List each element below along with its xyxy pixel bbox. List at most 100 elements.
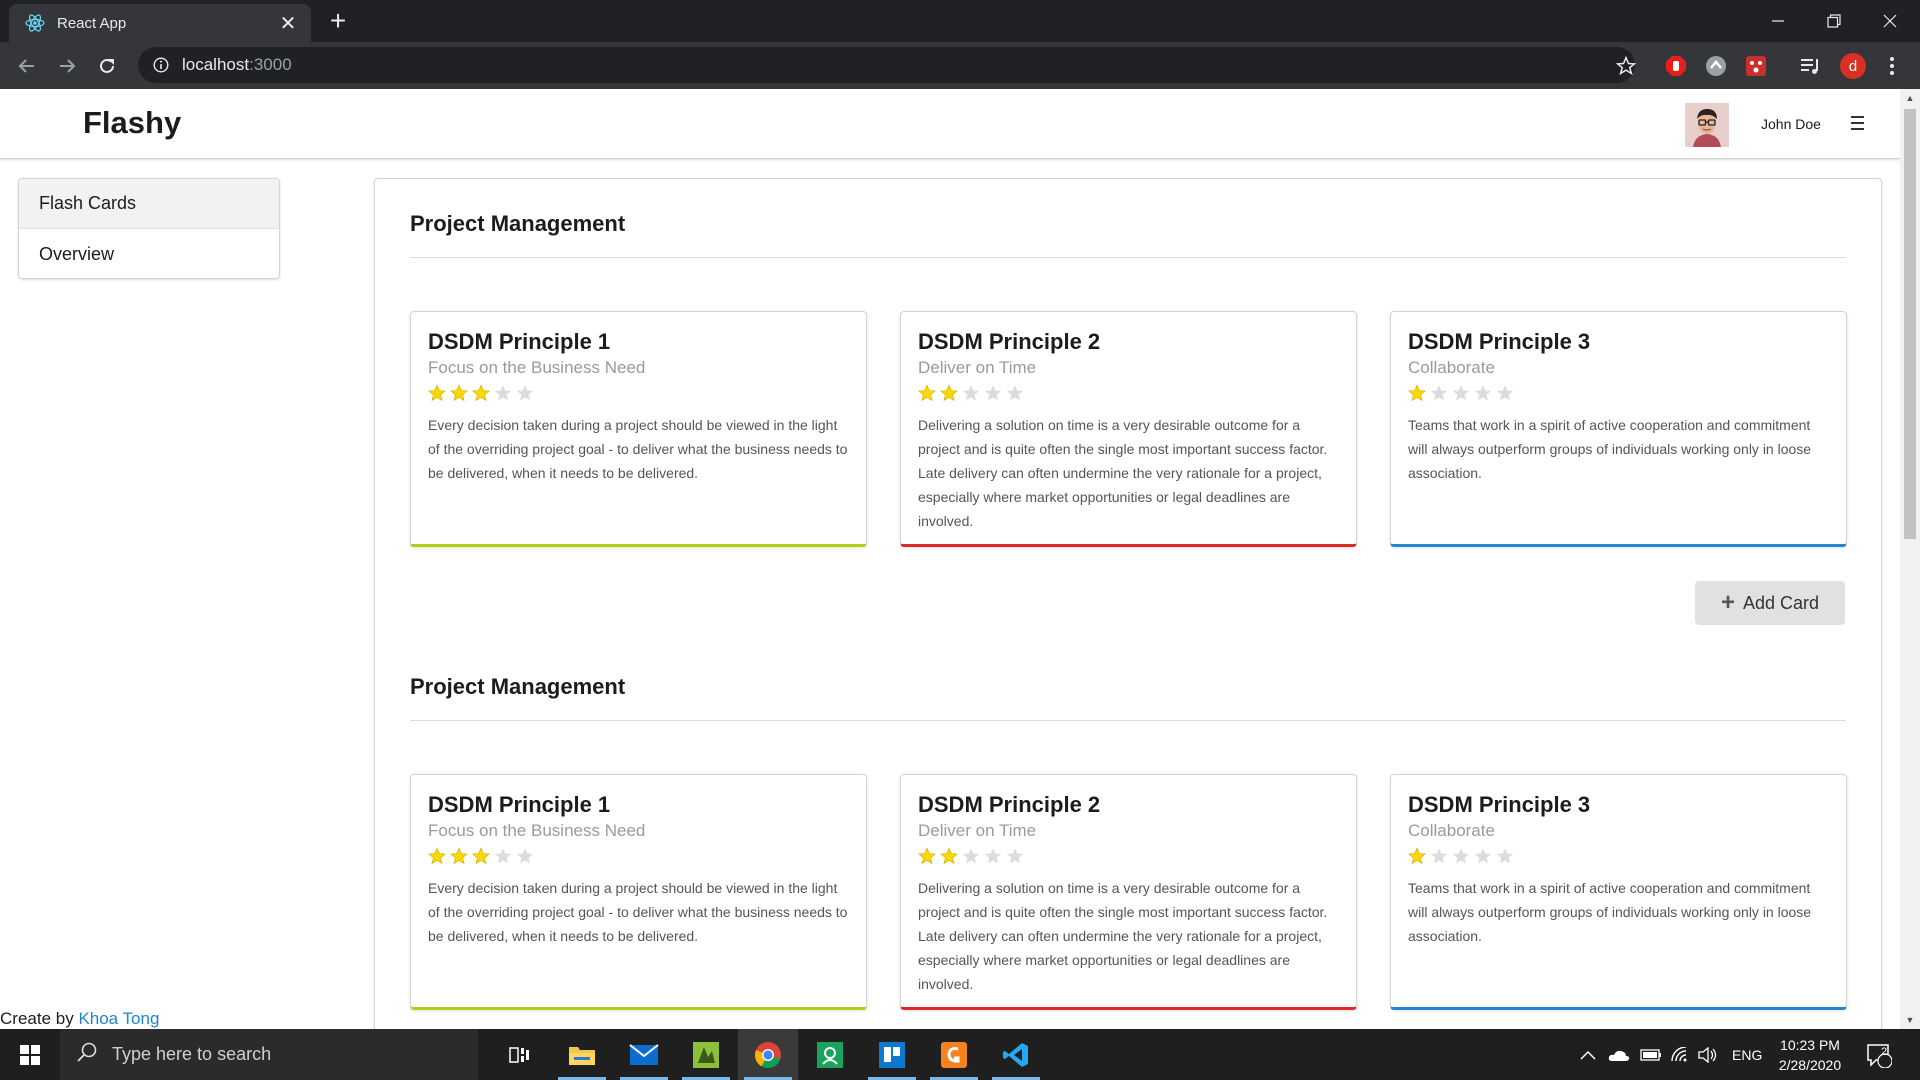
star-rating[interactable]: [918, 846, 1339, 866]
wifi-icon[interactable]: [1670, 1029, 1690, 1080]
close-window-icon[interactable]: [1862, 0, 1918, 42]
star-empty-icon[interactable]: [1006, 847, 1024, 865]
back-icon[interactable]: [11, 50, 43, 82]
taskbar-search-box[interactable]: Type here to search: [60, 1029, 478, 1080]
star-filled-icon[interactable]: [450, 847, 468, 865]
star-filled-icon[interactable]: [428, 847, 446, 865]
restore-icon[interactable]: [1806, 0, 1862, 42]
sublime-icon[interactable]: [924, 1029, 984, 1080]
star-empty-icon[interactable]: [984, 384, 1002, 402]
close-tab-icon[interactable]: ✕: [277, 11, 299, 36]
hamburger-menu-icon[interactable]: [1848, 111, 1868, 135]
bookmark-star-icon[interactable]: [1611, 51, 1641, 81]
flash-card[interactable]: DSDM Principle 1 Focus on the Business N…: [410, 774, 867, 1010]
flash-card[interactable]: DSDM Principle 3 Collaborate Teams that …: [1390, 311, 1847, 547]
chrome-icon[interactable]: [738, 1029, 798, 1080]
sidebar-item-overview[interactable]: Overview: [19, 229, 279, 278]
star-filled-icon[interactable]: [472, 384, 490, 402]
author-link[interactable]: Khoa Tong: [78, 1009, 159, 1028]
star-rating[interactable]: [428, 383, 849, 403]
adblock-extension-icon[interactable]: [1661, 51, 1691, 81]
user-avatar[interactable]: [1685, 103, 1729, 147]
task-view-icon[interactable]: [490, 1029, 550, 1080]
onedrive-icon[interactable]: [1608, 1029, 1630, 1080]
browser-tab[interactable]: React App ✕: [9, 4, 311, 42]
flash-card[interactable]: DSDM Principle 2 Deliver on Time Deliver…: [900, 311, 1357, 547]
star-filled-icon[interactable]: [940, 384, 958, 402]
extension-red-icon[interactable]: [1741, 51, 1771, 81]
profile-avatar-button[interactable]: d: [1838, 51, 1868, 81]
address-bar[interactable]: localhost:3000: [138, 47, 1635, 83]
star-empty-icon[interactable]: [962, 384, 980, 402]
flash-card[interactable]: DSDM Principle 3 Collaborate Teams that …: [1390, 774, 1847, 1010]
brand-logo[interactable]: Flashy: [83, 105, 181, 141]
new-tab-button[interactable]: +: [322, 6, 354, 38]
star-empty-icon[interactable]: [962, 847, 980, 865]
add-card-label: Add Card: [1742, 592, 1820, 613]
star-empty-icon[interactable]: [1452, 384, 1470, 402]
file-explorer-icon[interactable]: [552, 1029, 612, 1080]
star-empty-icon[interactable]: [1496, 384, 1514, 402]
clock-date: 2/28/2020: [1778, 1057, 1842, 1073]
scroll-down-icon[interactable]: ▼: [1900, 1011, 1920, 1029]
star-filled-icon[interactable]: [1408, 847, 1426, 865]
git-tool-icon[interactable]: [676, 1029, 736, 1080]
windows-start-icon[interactable]: [0, 1029, 60, 1080]
input-language[interactable]: ENG: [1732, 1029, 1762, 1080]
media-queue-icon[interactable]: [1795, 51, 1825, 81]
show-hidden-icons[interactable]: [1580, 1029, 1596, 1080]
star-empty-icon[interactable]: [494, 847, 512, 865]
trello-icon[interactable]: [862, 1029, 922, 1080]
scrollbar-thumb[interactable]: [1904, 109, 1916, 539]
star-empty-icon[interactable]: [494, 384, 512, 402]
star-empty-icon[interactable]: [1452, 847, 1470, 865]
minimize-icon[interactable]: [1750, 0, 1806, 42]
star-rating[interactable]: [918, 383, 1339, 403]
notification-center-icon[interactable]: 2: [1866, 1029, 1892, 1080]
star-empty-icon[interactable]: [1006, 384, 1024, 402]
url-port: :3000: [249, 55, 292, 74]
star-filled-icon[interactable]: [940, 847, 958, 865]
star-empty-icon[interactable]: [984, 847, 1002, 865]
star-empty-icon[interactable]: [516, 847, 534, 865]
info-icon[interactable]: [152, 56, 170, 74]
star-filled-icon[interactable]: [472, 847, 490, 865]
star-rating[interactable]: [1408, 383, 1829, 403]
mail-icon[interactable]: [614, 1029, 674, 1080]
extension-gray-icon[interactable]: [1701, 51, 1731, 81]
star-filled-icon[interactable]: [918, 384, 936, 402]
sidebar-item-flash-cards[interactable]: Flash Cards: [19, 179, 279, 229]
star-rating[interactable]: [428, 846, 849, 866]
section-title: Project Management: [410, 674, 626, 699]
flash-card[interactable]: DSDM Principle 1 Focus on the Business N…: [410, 311, 867, 547]
star-filled-icon[interactable]: [428, 384, 446, 402]
star-empty-icon[interactable]: [1474, 384, 1492, 402]
sidebar-menu: Flash Cards Overview: [18, 178, 280, 279]
star-filled-icon[interactable]: [450, 384, 468, 402]
page-scrollbar[interactable]: ▲ ▼: [1900, 89, 1920, 1029]
more-options-icon[interactable]: [1877, 51, 1907, 81]
reload-icon[interactable]: [91, 50, 123, 82]
star-empty-icon[interactable]: [1430, 847, 1448, 865]
star-filled-icon[interactable]: [1408, 384, 1426, 402]
contacts-app-icon[interactable]: [800, 1029, 860, 1080]
vscode-icon[interactable]: [986, 1029, 1046, 1080]
scroll-up-icon[interactable]: ▲: [1900, 89, 1920, 107]
star-filled-icon[interactable]: [918, 847, 936, 865]
star-empty-icon[interactable]: [1496, 847, 1514, 865]
volume-icon[interactable]: [1698, 1029, 1718, 1080]
star-empty-icon[interactable]: [516, 384, 534, 402]
battery-icon[interactable]: [1640, 1029, 1662, 1080]
notification-count: 2: [1881, 1046, 1888, 1058]
tab-title: React App: [57, 14, 127, 32]
star-rating[interactable]: [1408, 846, 1829, 866]
taskbar-clock[interactable]: 10:23 PM 2/28/2020: [1770, 1035, 1850, 1075]
card-description: Teams that work in a spirit of active co…: [1408, 417, 1812, 481]
flash-card[interactable]: DSDM Principle 2 Deliver on Time Deliver…: [900, 774, 1357, 1010]
user-name[interactable]: John Doe: [1761, 116, 1821, 132]
star-empty-icon[interactable]: [1474, 847, 1492, 865]
forward-icon[interactable]: [51, 50, 83, 82]
add-card-button[interactable]: + Add Card: [1695, 581, 1845, 625]
star-empty-icon[interactable]: [1430, 384, 1448, 402]
browser-toolbar: localhost:3000 d: [0, 42, 1920, 89]
